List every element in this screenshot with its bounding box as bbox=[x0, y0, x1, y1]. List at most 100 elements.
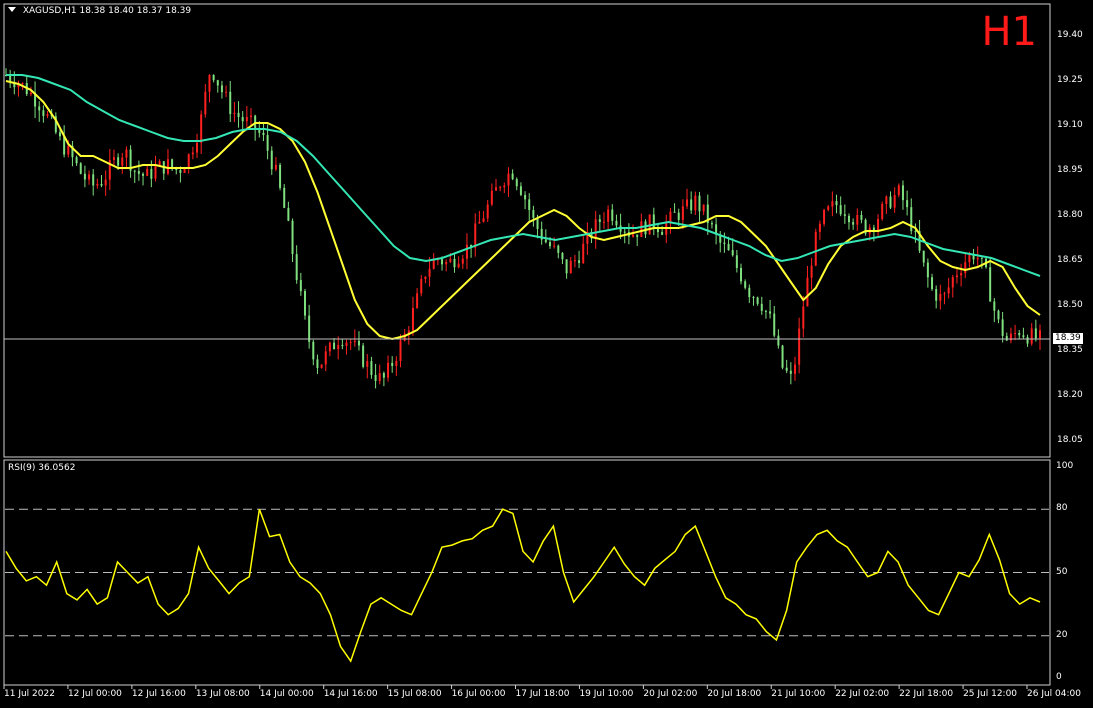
time-tick-label: 12 Jul 00:00 bbox=[67, 689, 122, 699]
candle-body bbox=[341, 345, 344, 347]
rsi-tick-label: 50 bbox=[1056, 566, 1068, 577]
candle-body bbox=[947, 287, 950, 294]
candle-body bbox=[320, 364, 323, 368]
time-tick-label: 20 Jul 02:00 bbox=[643, 689, 698, 699]
candle-body bbox=[83, 173, 86, 180]
candle-body bbox=[58, 132, 61, 137]
candle-body bbox=[611, 209, 614, 221]
price-tick-label: 19.10 bbox=[1057, 120, 1083, 130]
candle-body bbox=[349, 342, 352, 344]
time-tick-label: 22 Jul 02:00 bbox=[835, 689, 890, 699]
time-tick-label: 15 Jul 08:00 bbox=[387, 689, 442, 699]
candle-body bbox=[100, 183, 103, 186]
candle-body bbox=[316, 359, 319, 368]
candle-body bbox=[29, 92, 32, 95]
candle-body bbox=[976, 257, 979, 260]
candle-body bbox=[279, 164, 282, 188]
candle-body bbox=[453, 258, 456, 268]
candle-body bbox=[993, 301, 996, 311]
time-tick-label: 12 Jul 16:00 bbox=[131, 689, 186, 699]
candle-body bbox=[142, 173, 145, 176]
symbol-header[interactable]: XAGUSD,H1 18.38 18.40 18.37 18.39 bbox=[8, 6, 191, 16]
candle-body bbox=[208, 75, 211, 92]
candle-body bbox=[935, 289, 938, 301]
candle-body bbox=[441, 259, 444, 265]
candle-body bbox=[187, 154, 190, 169]
rsi-line bbox=[5, 508, 1041, 663]
candle-body bbox=[810, 265, 813, 278]
candle-body bbox=[225, 91, 228, 93]
candle-body bbox=[245, 116, 248, 122]
price-tick-label: 18.80 bbox=[1057, 210, 1083, 220]
candle-body bbox=[146, 168, 149, 176]
time-tick-label: 20 Jul 18:00 bbox=[707, 689, 762, 699]
candle-body bbox=[395, 360, 398, 366]
dropdown-icon[interactable] bbox=[8, 7, 16, 12]
candle-body bbox=[96, 183, 99, 186]
candle-body bbox=[906, 200, 909, 208]
candle-body bbox=[598, 219, 601, 222]
candle-body bbox=[324, 351, 327, 365]
candle-body bbox=[914, 231, 917, 233]
candle-body bbox=[424, 276, 427, 280]
candle-body bbox=[793, 364, 796, 374]
candle-body bbox=[503, 185, 506, 188]
candle-body bbox=[798, 328, 801, 365]
candle-body bbox=[333, 342, 336, 350]
candle-body bbox=[191, 152, 194, 155]
candle-body bbox=[237, 112, 240, 118]
candle-body bbox=[553, 245, 556, 247]
time-tick-label: 14 Jul 16:00 bbox=[323, 689, 378, 699]
candle-body bbox=[872, 227, 875, 230]
candle-body bbox=[274, 164, 277, 170]
candle-body bbox=[357, 340, 360, 346]
price-tick-label: 18.65 bbox=[1057, 255, 1083, 265]
main-pane-border bbox=[3, 3, 1051, 458]
price-tick-label: 18.95 bbox=[1057, 165, 1083, 175]
candle-body bbox=[121, 157, 124, 166]
price-tick-label: 18.05 bbox=[1057, 435, 1083, 445]
candle-body bbox=[490, 190, 493, 205]
rsi-line-layer bbox=[5, 508, 1041, 663]
candle-body bbox=[478, 221, 481, 224]
candle-body bbox=[777, 335, 780, 346]
candle-body bbox=[860, 214, 863, 220]
candle-body bbox=[353, 340, 356, 343]
candle-body bbox=[1001, 319, 1004, 336]
candle-body bbox=[922, 250, 925, 263]
candle-body bbox=[740, 267, 743, 282]
candle-body bbox=[511, 173, 514, 180]
price-tick-label: 19.25 bbox=[1057, 75, 1083, 85]
candle-body bbox=[823, 209, 826, 224]
candle-body bbox=[166, 159, 169, 174]
candle-body bbox=[312, 341, 315, 360]
candle-body bbox=[802, 306, 805, 329]
candle-body bbox=[773, 313, 776, 336]
candle-body bbox=[665, 223, 668, 235]
candle-body bbox=[955, 275, 958, 278]
candle-body bbox=[694, 195, 697, 211]
candle-body bbox=[677, 212, 680, 220]
candle-body bbox=[544, 239, 547, 243]
candle-body bbox=[370, 361, 373, 375]
time-tick-label: 19 Jul 10:00 bbox=[579, 689, 634, 699]
candle-body bbox=[781, 345, 784, 368]
candle-body bbox=[839, 205, 842, 215]
candle-body bbox=[889, 196, 892, 208]
candle-body bbox=[578, 260, 581, 264]
candle-body bbox=[1039, 330, 1041, 339]
candle-body bbox=[42, 110, 45, 117]
candle-body bbox=[1034, 328, 1037, 339]
candle-body bbox=[939, 293, 942, 301]
candle-body bbox=[1005, 335, 1008, 341]
symbol-label: XAGUSD,H1 bbox=[22, 6, 77, 16]
candle-body bbox=[445, 261, 448, 265]
time-tick-label: 25 Jul 12:00 bbox=[963, 689, 1018, 699]
candle-body bbox=[133, 170, 136, 172]
candle-body bbox=[644, 221, 647, 235]
candle-body bbox=[382, 373, 385, 378]
candle-body bbox=[968, 254, 971, 263]
candle-body bbox=[233, 112, 236, 115]
candle-body bbox=[362, 345, 365, 367]
candle-body bbox=[835, 201, 838, 206]
